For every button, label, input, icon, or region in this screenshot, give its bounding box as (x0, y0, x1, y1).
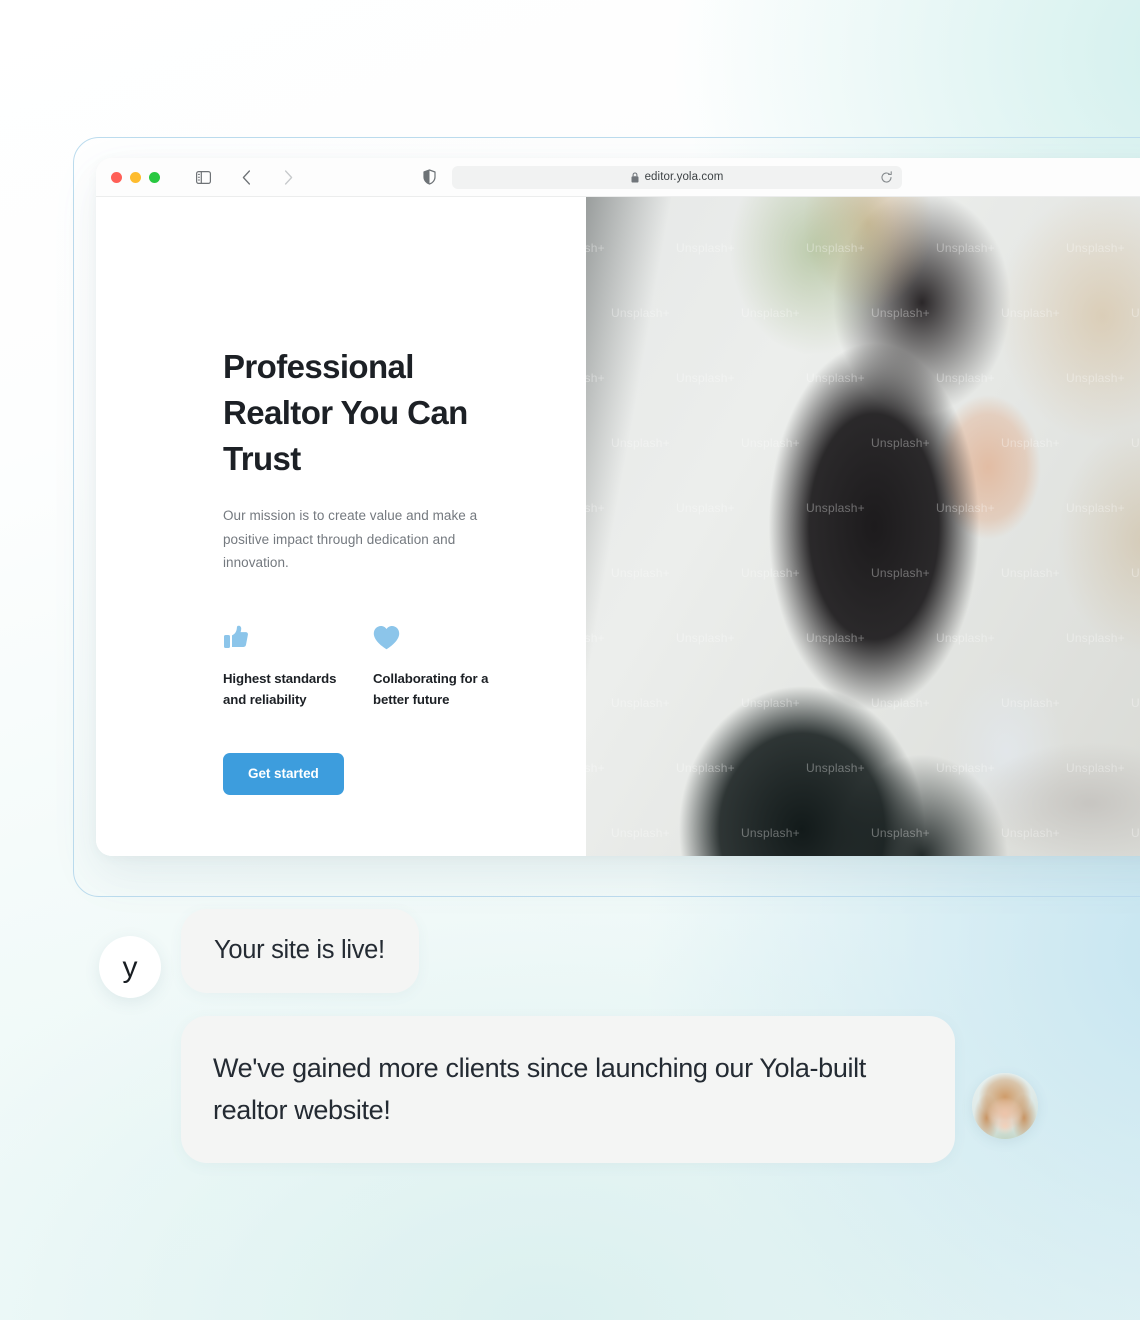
address-bar[interactable]: editor.yola.com (452, 165, 902, 189)
back-chevron-icon[interactable] (235, 166, 257, 188)
heart-icon (373, 620, 523, 650)
hero-text-panel: Professional Realtor You Can Trust Our m… (96, 197, 586, 856)
yola-logo-avatar: y (99, 936, 161, 998)
thumbs-up-icon (223, 620, 373, 650)
close-window-button[interactable] (111, 171, 122, 183)
reload-icon[interactable] (880, 170, 893, 184)
browser-toolbar: editor.yola.com (96, 158, 1140, 197)
chat-bubble: Your site is live! (181, 909, 419, 993)
minimize-window-button[interactable] (130, 171, 141, 183)
yola-logo-letter: y (122, 951, 138, 984)
chat-row-yola: y Your site is live! (0, 900, 1140, 998)
url-text: editor.yola.com (644, 171, 724, 183)
chat-row-customer: We've gained more clients since launchin… (0, 998, 1140, 1163)
page-title: Professional Realtor You Can Trust (223, 348, 468, 477)
site-viewport: Professional Realtor You Can Trust Our m… (96, 197, 1140, 856)
chat-bubble: We've gained more clients since launchin… (181, 1016, 955, 1163)
feature-list: Highest standards and reliability Collab… (223, 620, 523, 711)
navigation-controls (192, 166, 299, 188)
window-traffic-lights (111, 171, 160, 183)
testimonial-chat: y Your site is live! We've gained more c… (0, 900, 1140, 1163)
hero-subtitle: Our mission is to create value and make … (223, 508, 478, 570)
feature-item: Highest standards and reliability (223, 620, 373, 711)
feature-label: Highest standards and reliability (223, 670, 337, 708)
privacy-shield-icon[interactable] (423, 169, 436, 185)
hero-photo (586, 197, 1140, 856)
feature-item: Collaborating for a better future (373, 620, 523, 711)
hero-image-panel: Unsplash+ Unsplash+ Unsplash+ Unsplash+ … (586, 197, 1140, 856)
browser-window: editor.yola.com Professional Realtor You… (96, 158, 1140, 856)
forward-chevron-icon (277, 166, 299, 188)
lock-icon (631, 171, 639, 183)
customer-avatar (972, 1072, 1038, 1139)
sidebar-icon[interactable] (192, 166, 214, 188)
page-background: editor.yola.com Professional Realtor You… (0, 0, 1140, 1320)
maximize-window-button[interactable] (149, 171, 160, 183)
get-started-button[interactable]: Get started (223, 752, 344, 795)
feature-label: Collaborating for a better future (373, 670, 489, 708)
